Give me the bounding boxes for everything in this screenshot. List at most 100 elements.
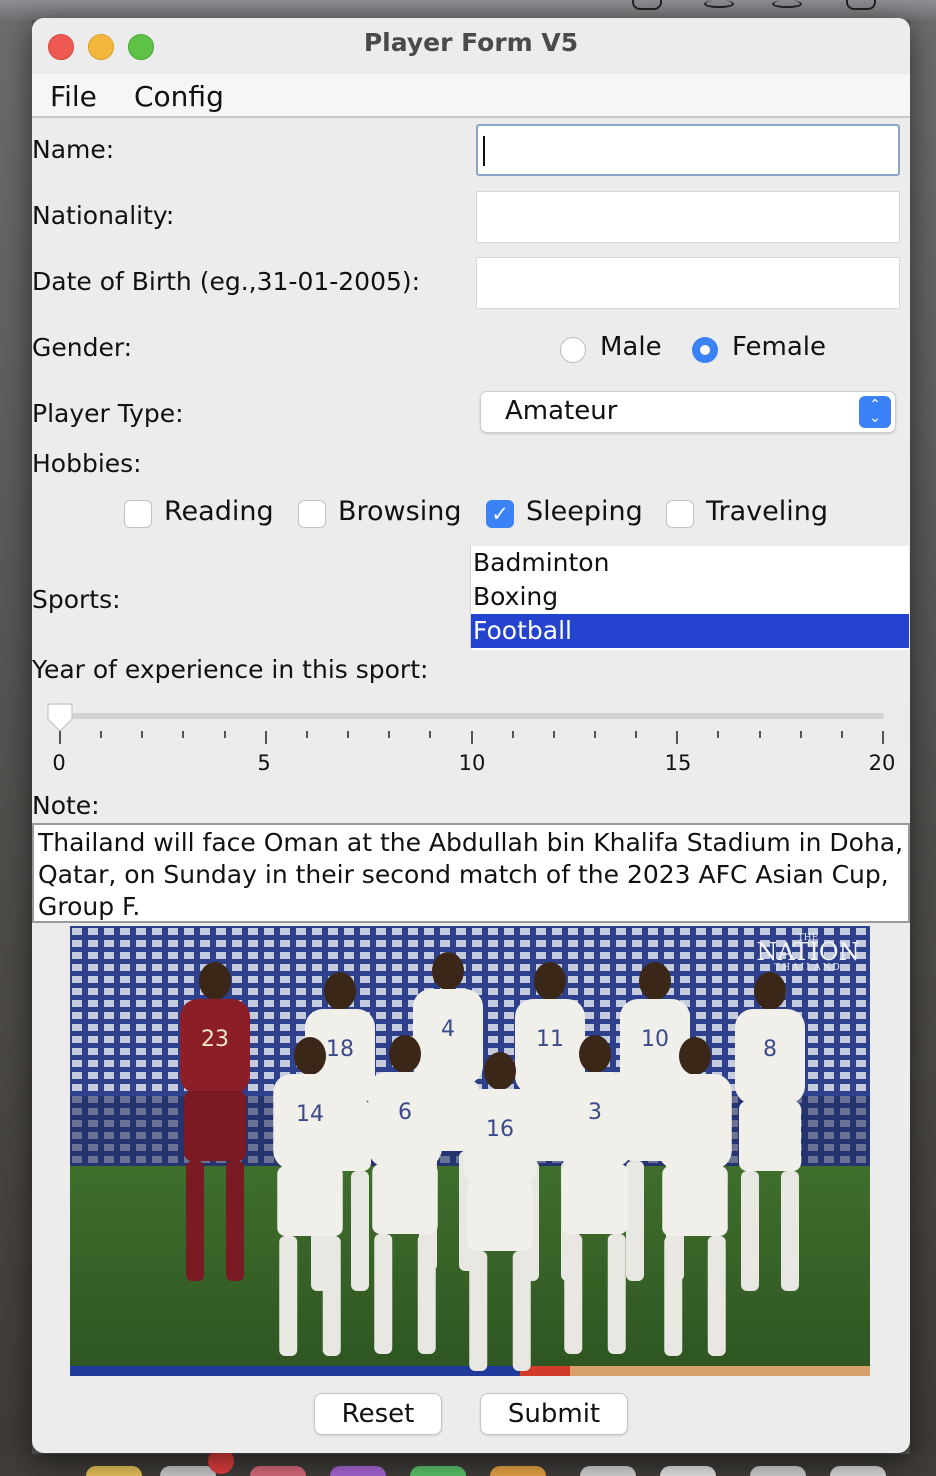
experience-slider-track[interactable]	[58, 713, 884, 719]
hobby-traveling-checkbox[interactable]	[666, 500, 694, 528]
gender-female-radio[interactable]	[692, 337, 718, 363]
player-shirt	[658, 1074, 732, 1169]
sports-list-item[interactable]: Boxing	[471, 580, 909, 614]
dock-app-icon[interactable]	[490, 1466, 546, 1476]
hobby-sleeping-label[interactable]: Sleeping	[526, 496, 643, 527]
slider-tick-label: 5	[257, 751, 271, 775]
dock-app-icon[interactable]	[86, 1466, 142, 1476]
player-leg	[707, 1236, 726, 1356]
slider-tick	[388, 731, 391, 738]
slider-tick	[470, 731, 473, 744]
player-head	[579, 1035, 611, 1073]
slider-tick	[429, 731, 432, 738]
player-leg	[607, 1234, 626, 1354]
title-bar[interactable]: Player Form V5	[32, 18, 910, 74]
gender-male-radio[interactable]	[560, 337, 586, 363]
dob-input[interactable]	[476, 257, 900, 309]
player-leg	[374, 1234, 393, 1354]
hobby-browsing-label[interactable]: Browsing	[338, 496, 461, 527]
hobby-traveling-label[interactable]: Traveling	[706, 496, 828, 527]
desktop-wallpaper	[0, 20, 32, 1476]
player-head	[754, 972, 786, 1010]
player-leg	[626, 1161, 644, 1281]
hobby-browsing-checkbox[interactable]	[298, 500, 326, 528]
player-leg	[469, 1251, 488, 1371]
slider-tick	[264, 731, 267, 744]
team-photo: 23 18 4 11 10 8 14 6 16 3 THE NATION THAILAND	[70, 926, 870, 1376]
player-head	[432, 952, 464, 990]
dock-app-icon[interactable]	[750, 1466, 806, 1476]
player-leg	[351, 1171, 369, 1291]
player-leg	[279, 1236, 298, 1356]
menu-file[interactable]: File	[50, 80, 97, 113]
slider-tick	[100, 731, 103, 738]
slider-tick-label: 20	[868, 751, 896, 775]
slider-tick	[840, 731, 843, 738]
slider-tick	[717, 731, 720, 738]
dock-app-icon[interactable]	[410, 1466, 466, 1476]
jersey-number: 23	[201, 1027, 229, 1052]
jersey-number: 14	[296, 1102, 324, 1127]
player-head	[324, 972, 356, 1010]
player-leg	[417, 1234, 436, 1354]
dock-app-icon[interactable]	[250, 1466, 306, 1476]
sports-list-item-selected[interactable]: Football	[471, 614, 909, 648]
player-leg	[512, 1251, 531, 1371]
dock-app-icon[interactable]	[330, 1466, 386, 1476]
nationality-label: Nationality:	[32, 201, 175, 230]
watermark-main: NATION	[756, 938, 859, 966]
window-title: Player Form V5	[363, 28, 579, 57]
dock-app-icon[interactable]	[660, 1466, 716, 1476]
player-head	[199, 962, 231, 1000]
player-leg	[226, 1161, 244, 1281]
experience-slider-thumb[interactable]	[45, 703, 75, 733]
submit-button[interactable]: Submit	[480, 1393, 628, 1435]
slider-tick	[511, 731, 514, 738]
sports-list-item[interactable]: Badminton	[471, 546, 909, 580]
note-label: Note:	[32, 791, 100, 820]
menubar-app-icon	[632, 0, 662, 10]
dock	[0, 1448, 936, 1476]
player-head	[534, 962, 566, 1000]
player-head	[294, 1037, 326, 1075]
player-shorts	[184, 1091, 246, 1161]
checkmark-icon: ✓	[491, 502, 509, 526]
jersey-number: 3	[588, 1100, 602, 1125]
player-shorts	[467, 1181, 533, 1251]
player-shorts	[662, 1166, 728, 1236]
slider-tick	[182, 731, 185, 738]
gender-male-label[interactable]: Male	[600, 332, 662, 362]
name-label: Name:	[32, 135, 115, 164]
player-shorts	[562, 1164, 628, 1234]
menubar-status-icon	[772, 0, 802, 8]
hobby-reading-checkbox[interactable]	[124, 500, 152, 528]
menu-config[interactable]: Config	[134, 80, 224, 113]
player-type-select[interactable]: Amateur ⌃ ⌄	[480, 391, 896, 433]
name-input[interactable]	[476, 124, 900, 176]
menubar-status-icon	[704, 0, 734, 8]
dock-app-icon[interactable]	[160, 1466, 216, 1476]
slider-tick	[552, 731, 555, 738]
menubar-status-icon	[846, 0, 876, 10]
menu-bar: File Config	[32, 74, 910, 118]
dock-app-icon[interactable]	[580, 1466, 636, 1476]
sports-list[interactable]: Badminton Boxing Football	[470, 546, 909, 650]
player-head	[484, 1052, 516, 1090]
reset-button[interactable]: Reset	[314, 1393, 442, 1435]
sports-label: Sports:	[32, 585, 121, 614]
player-leg	[781, 1171, 799, 1291]
player-shorts	[739, 1101, 801, 1171]
note-textarea[interactable]: Thailand will face Oman at the Abdullah …	[32, 823, 910, 923]
gender-female-label[interactable]: Female	[732, 332, 826, 362]
player-leg	[322, 1236, 341, 1356]
dob-label: Date of Birth (eg.,31-01-2005):	[32, 267, 421, 296]
slider-tick	[799, 731, 802, 738]
nationality-input[interactable]	[476, 191, 900, 243]
dock-app-icon[interactable]	[830, 1466, 886, 1476]
updown-chevron-icon[interactable]: ⌃ ⌄	[859, 396, 891, 428]
jersey-number: 6	[398, 1100, 412, 1125]
hobby-sleeping-checkbox[interactable]: ✓	[486, 500, 514, 528]
hobby-reading-label[interactable]: Reading	[164, 496, 274, 527]
player-leg	[741, 1171, 759, 1291]
player-leg	[186, 1161, 204, 1281]
